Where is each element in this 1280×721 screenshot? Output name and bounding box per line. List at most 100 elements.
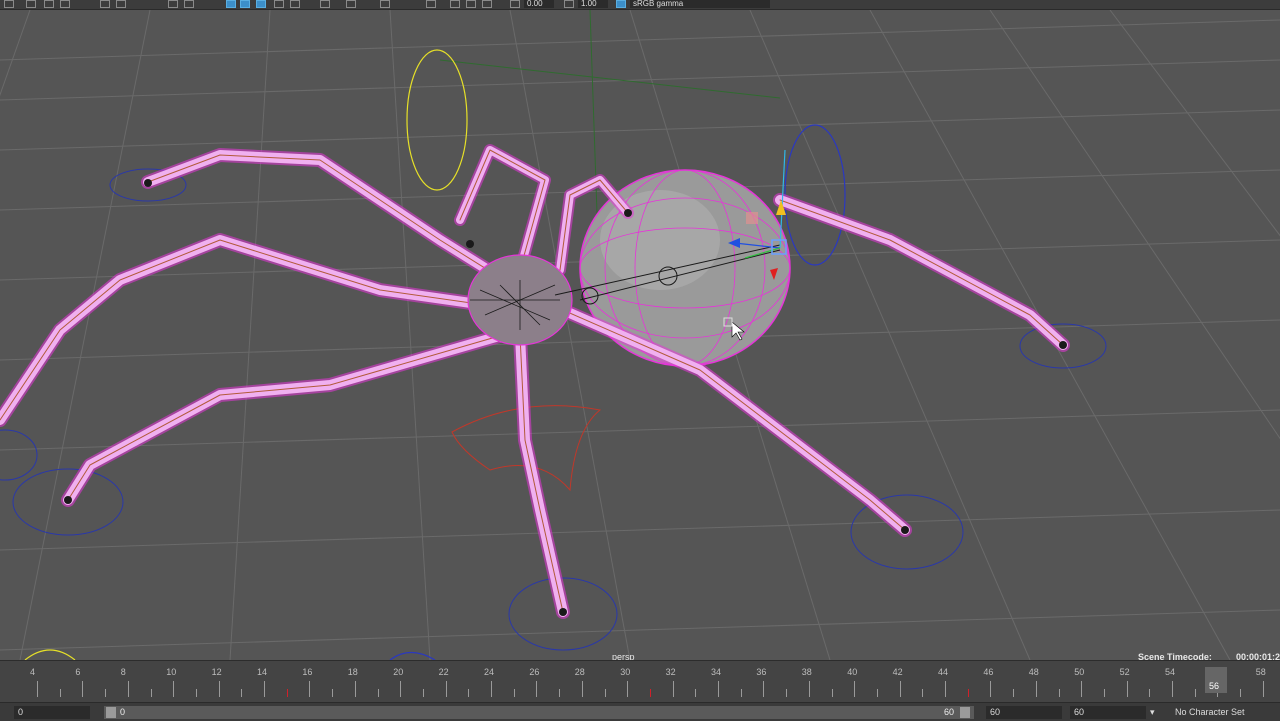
tick-label: 38 bbox=[801, 667, 812, 677]
tick-mark-minor bbox=[876, 689, 878, 697]
tick-mark-minor bbox=[559, 689, 561, 697]
character-set-dropdown[interactable]: ▾ No Character Set bbox=[1150, 706, 1280, 719]
range-track[interactable]: 0 60 bbox=[104, 706, 974, 719]
tick-mark bbox=[536, 681, 538, 697]
tick-label: 14 bbox=[257, 667, 268, 677]
gamma-icon[interactable] bbox=[564, 0, 574, 8]
range-end-handle[interactable] bbox=[960, 707, 970, 718]
film-gate-icon[interactable] bbox=[116, 0, 126, 8]
colorspace-dropdown[interactable]: sRGB gamma bbox=[630, 0, 770, 8]
wireframe-icon[interactable] bbox=[168, 0, 178, 8]
tick-mark bbox=[1262, 681, 1264, 697]
tick-label: 28 bbox=[574, 667, 585, 677]
tick-mark-minor bbox=[422, 689, 424, 697]
tick-mark bbox=[1081, 681, 1083, 697]
timecode-label: Scene Timecode: bbox=[1138, 652, 1212, 660]
tick-label: 20 bbox=[393, 667, 404, 677]
tick-label: 4 bbox=[30, 667, 36, 677]
exposure-field[interactable]: 0.00 bbox=[524, 0, 554, 8]
tick-mark bbox=[127, 681, 129, 697]
lights-icon[interactable] bbox=[256, 0, 266, 8]
textured-icon[interactable] bbox=[240, 0, 250, 8]
body-control[interactable] bbox=[784, 124, 846, 266]
tick-mark-minor bbox=[786, 689, 788, 697]
tick-mark bbox=[990, 681, 992, 697]
tick-label: 22 bbox=[438, 667, 449, 677]
xray-icon[interactable] bbox=[346, 0, 356, 8]
tick-mark bbox=[445, 681, 447, 697]
current-frame-number: 56 bbox=[1209, 681, 1220, 691]
tick-label: 52 bbox=[1119, 667, 1130, 677]
tick-label: 36 bbox=[756, 667, 767, 677]
exposure-icon[interactable] bbox=[510, 0, 520, 8]
tick-mark-minor bbox=[59, 689, 61, 697]
field-chart-icon[interactable] bbox=[466, 0, 476, 8]
dropdown-arrow-icon: ▾ bbox=[1150, 707, 1158, 717]
move-icon[interactable] bbox=[44, 0, 54, 8]
tick-mark bbox=[218, 681, 220, 697]
tick-label: 50 bbox=[1074, 667, 1085, 677]
range-slider: 0 0 60 60 60 ▾ No Character Set bbox=[0, 702, 1280, 721]
spider-legs[interactable] bbox=[0, 144, 1070, 619]
lasso-icon[interactable] bbox=[26, 0, 36, 8]
tick-mark-minor bbox=[150, 689, 152, 697]
time-slider[interactable]: 4 6 8 10 12 14 16 18 20 22 24 26 28 30 32 34 36 38 40 42 44 4… bbox=[0, 660, 1280, 701]
shadows-icon[interactable] bbox=[274, 0, 284, 8]
tick-mark-minor bbox=[604, 689, 606, 697]
range-inner-start: 0 bbox=[120, 707, 126, 717]
safe-action-icon[interactable] bbox=[482, 0, 492, 8]
tick-label: 30 bbox=[620, 667, 631, 677]
tick-label: 44 bbox=[938, 667, 949, 677]
color-management-icon[interactable] bbox=[616, 0, 626, 8]
smooth-shade-icon[interactable] bbox=[184, 0, 194, 8]
tick-mark bbox=[491, 681, 492, 697]
tick-label: 46 bbox=[983, 667, 994, 677]
tick-mark-minor bbox=[695, 689, 697, 697]
tick-mark bbox=[82, 681, 84, 697]
tick-mark bbox=[763, 681, 765, 697]
tick-mark-minor bbox=[1058, 689, 1060, 697]
tick-label: 34 bbox=[711, 667, 722, 677]
tick-mark bbox=[264, 681, 265, 697]
tick-mark-minor bbox=[740, 689, 742, 697]
tick-mark bbox=[854, 681, 856, 697]
grid-icon[interactable] bbox=[100, 0, 110, 8]
playback-end-field[interactable]: 60 bbox=[986, 706, 1062, 719]
isolate-icon[interactable] bbox=[320, 0, 330, 8]
partial-yellow-control bbox=[24, 649, 76, 660]
tick-mark-minor bbox=[468, 689, 470, 697]
tick-mark-minor bbox=[241, 689, 243, 697]
animation-end-field[interactable]: 60 bbox=[1070, 706, 1146, 719]
tick-mark bbox=[400, 681, 402, 697]
tick-mark-minor bbox=[922, 689, 924, 697]
character-set-label: No Character Set bbox=[1175, 707, 1245, 717]
tick-mark bbox=[1035, 681, 1037, 697]
tick-mark bbox=[899, 681, 901, 697]
tick-label: 12 bbox=[211, 667, 222, 677]
resolution-gate-icon[interactable] bbox=[426, 0, 436, 8]
keyframe-marker bbox=[649, 689, 651, 697]
gate-mask-icon[interactable] bbox=[450, 0, 460, 8]
tick-mark-minor bbox=[105, 689, 107, 697]
ao-icon[interactable] bbox=[290, 0, 300, 8]
head-control[interactable] bbox=[406, 49, 468, 191]
animation-start-field[interactable]: 0 bbox=[14, 706, 90, 719]
gamma-field[interactable]: 1.00 bbox=[578, 0, 608, 8]
partial-blue-control bbox=[389, 651, 436, 660]
scene-canvas bbox=[0, 10, 1280, 660]
range-start-handle[interactable] bbox=[106, 707, 116, 718]
xray-joints-icon[interactable] bbox=[380, 0, 390, 8]
select-icon[interactable] bbox=[4, 0, 14, 8]
tick-mark-minor bbox=[1103, 689, 1105, 697]
tick-mark bbox=[808, 681, 810, 697]
tick-mark-minor bbox=[1013, 689, 1015, 697]
tick-mark bbox=[718, 681, 719, 697]
tick-mark-minor bbox=[377, 689, 379, 697]
shaded-icon[interactable] bbox=[226, 0, 236, 8]
tick-mark bbox=[945, 681, 946, 697]
camera-icon[interactable] bbox=[60, 0, 70, 8]
perspective-viewport[interactable]: persp Scene Timecode: 00:00:01:2 bbox=[0, 10, 1280, 660]
tick-mark-minor bbox=[332, 689, 334, 697]
timecode-value: 00:00:01:2 bbox=[1236, 652, 1280, 660]
tick-label: 18 bbox=[347, 667, 358, 677]
